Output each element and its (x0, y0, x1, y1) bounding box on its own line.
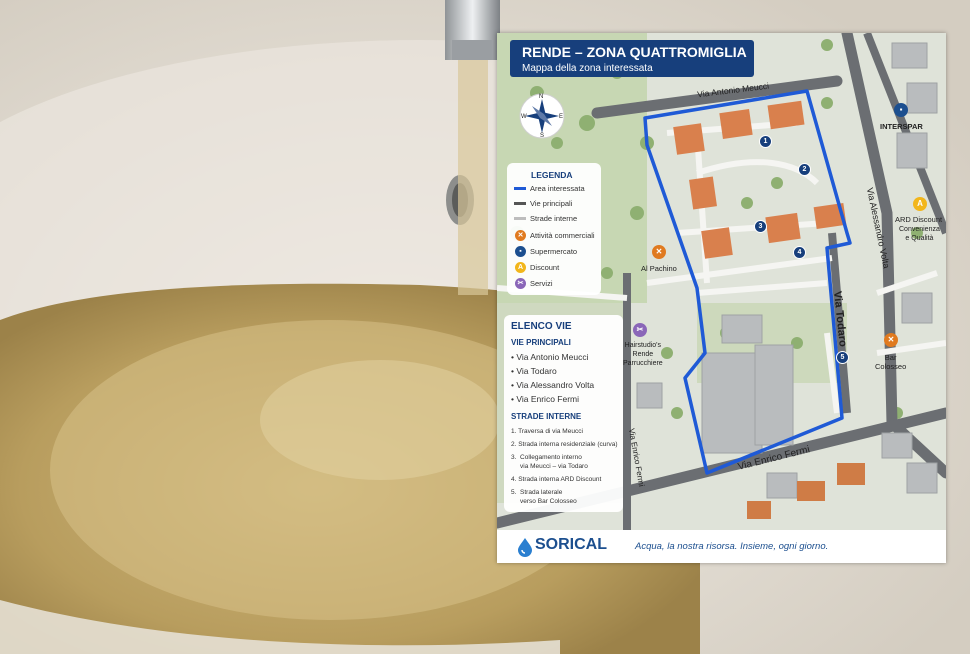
footer-slogan: Acqua, la nostra risorsa. Insieme, ogni … (635, 541, 829, 552)
legend-item-internal-roads: Strade interne (514, 213, 602, 225)
main-street-item: • Via Todaro (511, 366, 557, 376)
marker-1[interactable]: 1 (759, 135, 772, 148)
brand-logo: SORICAL (535, 536, 607, 553)
compass-e: E (559, 114, 564, 120)
legend-item-commercial: ✕ Attività commerciali (514, 230, 602, 242)
compass-s: S (540, 133, 545, 139)
page-subtitle: Mappa della zona interessata (522, 63, 653, 74)
discount-icon[interactable]: A (913, 197, 927, 211)
marker-5[interactable]: 5 (836, 351, 849, 364)
cart-icon[interactable]: ▪ (894, 103, 908, 117)
street-list-panel: ELENCO VIE VIE PRINCIPALI • Via Antonio … (504, 315, 623, 512)
poi-label-pachino: Al Pachino (641, 264, 677, 273)
marker-4[interactable]: 4 (793, 246, 806, 259)
main-street-item: • Via Alessandro Volta (511, 380, 595, 390)
legend-item-services: ✂ Servizi (514, 278, 602, 290)
street-list-title: ELENCO VIE (511, 321, 572, 332)
main-street-item: • Via Antonio Meucci (511, 352, 589, 362)
internal-street-item: 2. Strada interna residenziale (curva) (511, 441, 618, 448)
main-street-item: • Via Enrico Fermi (511, 394, 580, 404)
marker-2[interactable]: 2 (798, 163, 811, 176)
legend-item-discount: A Discount (514, 262, 602, 274)
scissors-icon: ✂ (515, 278, 526, 289)
flyer-footer: SORICAL Acqua, la nostra risorsa. Insiem… (497, 530, 946, 563)
scissors-icon[interactable]: ✂ (633, 323, 647, 337)
internal-street-item: 3. Collegamento interno via Meucci – via… (511, 454, 588, 470)
marker-3[interactable]: 3 (754, 220, 767, 233)
water-drop-icon (518, 538, 532, 557)
internal-streets-heading: STRADE INTERNE (511, 412, 582, 421)
map-flyer: N S E W RENDE – ZONA QUATTROMIGLIA Mappa… (497, 33, 946, 563)
legend-item-area: Area interessata (514, 183, 602, 195)
cart-icon: ▪ (515, 246, 526, 257)
internal-street-item: 5. Strada laterale verso Bar Colosseo (511, 489, 577, 505)
map-title-box: RENDE – ZONA QUATTROMIGLIA Mappa della z… (510, 40, 754, 77)
internal-street-item: 1. Traversa di via Meucci (511, 428, 583, 435)
poi-label-ard-tagline: Convenienza e Qualità (899, 226, 940, 242)
fork-knife-icon[interactable]: ✕ (652, 245, 666, 259)
discount-icon: A (515, 262, 526, 273)
map-legend: LEGENDA Area interessata Vie principali … (507, 163, 601, 295)
poi-label-interspar: INTERSPAR (880, 122, 923, 131)
internal-street-item: 4. Strada interna ARD Discount (511, 476, 602, 483)
page-title: RENDE – ZONA QUATTROMIGLIA (522, 44, 747, 60)
compass-w: W (521, 114, 527, 120)
poi-label-hairstudio: Hairstudio's Rende Parrucchiere (623, 342, 663, 367)
legend-item-supermarket: ▪ Supermercato (514, 246, 602, 258)
compass-n: N (539, 94, 544, 100)
main-streets-heading: VIE PRINCIPALI (511, 338, 571, 347)
bar-icon[interactable]: ✕ (884, 333, 898, 347)
legend-item-main-roads: Vie principali (514, 198, 602, 210)
fork-knife-icon: ✕ (515, 230, 526, 241)
poi-label-ard: ARD Discount (895, 215, 943, 224)
legend-title: LEGENDA (531, 170, 573, 180)
poi-label-bar: Bar Colosseo (875, 353, 907, 371)
